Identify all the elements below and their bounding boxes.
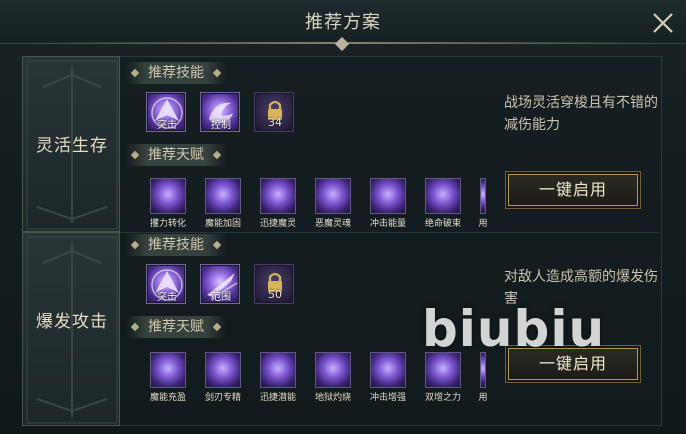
lotus-shield-icon[interactable] (205, 178, 241, 214)
demon-soul-icon[interactable] (315, 178, 351, 214)
crossed-swords-icon[interactable] (150, 352, 186, 388)
plan-name: 灵活生存 (36, 136, 108, 156)
skill-slot-locked[interactable]: 50 (254, 264, 294, 304)
skill-unlock-level: 34 (268, 116, 282, 129)
talent-caption: 用 (478, 219, 488, 229)
talent-caption: 冲击增强 (369, 393, 406, 403)
close-button[interactable] (648, 8, 678, 38)
recommend-plan-dialog: 推荐方案 灵活生存 推荐技能 突击 控制 34 推荐天赋 攫力转化 魔能加固 迅… (0, 0, 686, 434)
title-bar: 推荐方案 (0, 0, 686, 52)
talent-icon[interactable] (480, 178, 486, 214)
skill-slot-locked[interactable]: 34 (254, 92, 294, 132)
talent-caption: 恶魔灵魂 (314, 219, 351, 229)
recommended-talents-label: 推荐天赋 (126, 144, 226, 166)
plan-name: 爆发攻击 (36, 312, 108, 332)
claw-slash-icon[interactable] (260, 352, 296, 388)
plan-row-agile-survival: 灵活生存 推荐技能 突击 控制 34 推荐天赋 攫力转化 魔能加固 迅捷魔灵 恶… (22, 56, 662, 232)
plan-description: 战场灵活穿梭且有不错的减伤能力 (504, 95, 658, 133)
skill-caption: 突击 (157, 292, 177, 303)
title-notch-ornament (334, 36, 350, 52)
talent-caption: 魔能加固 (204, 219, 241, 229)
talent-caption: 绝命破束 (424, 219, 461, 229)
enable-plan-button[interactable]: 一键启用 (508, 174, 638, 206)
skill-unlock-level: 50 (268, 288, 282, 301)
skill-caption: 控制 (211, 120, 231, 131)
talent-caption: 攫力转化 (149, 219, 186, 229)
blade-icon[interactable] (205, 352, 241, 388)
talent-caption: 双增之力 (424, 393, 461, 403)
diamond-ornament-icon (130, 240, 140, 250)
talent-caption: 地狱灼烧 (314, 393, 351, 403)
diamond-ornament-icon (212, 150, 222, 160)
watermark: biubiu (422, 300, 606, 358)
winged-strike-icon[interactable] (425, 178, 461, 214)
dragon-swirl-icon[interactable] (370, 178, 406, 214)
talent-caption: 冲击能量 (369, 219, 406, 229)
section-label-text: 推荐天赋 (148, 147, 204, 163)
skill-caption: 范围 (211, 292, 231, 303)
diamond-ornament-icon (130, 322, 140, 332)
skill-slot-control[interactable]: 控制 (200, 92, 240, 132)
skill-slot-assault[interactable]: 突击 (146, 92, 186, 132)
recommended-talents-label: 推荐天赋 (126, 316, 226, 338)
spark-arrow-icon[interactable] (260, 178, 296, 214)
talent-caption: 剑刃专精 (204, 393, 241, 403)
recommended-skills-label: 推荐技能 (126, 234, 226, 256)
shock-wave-icon[interactable] (370, 352, 406, 388)
diamond-ornament-icon (130, 68, 140, 78)
section-label-text: 推荐天赋 (148, 319, 204, 335)
diamond-ornament-icon (212, 322, 222, 332)
talent-caption: 魔能充盈 (149, 393, 186, 403)
recommended-skills-label: 推荐技能 (126, 62, 226, 84)
diamond-ornament-icon (212, 68, 222, 78)
skill-slot-area[interactable]: 范围 (200, 264, 240, 304)
rose-plus-icon[interactable] (150, 178, 186, 214)
close-icon (653, 13, 673, 33)
skill-caption: 突击 (157, 120, 177, 131)
hell-fire-icon[interactable] (315, 352, 351, 388)
plan-name-card[interactable]: 灵活生存 (22, 56, 120, 232)
section-label-text: 推荐技能 (148, 65, 204, 81)
section-label-text: 推荐技能 (148, 237, 204, 253)
dialog-title: 推荐方案 (305, 12, 381, 33)
skill-slot-assault[interactable]: 突击 (146, 264, 186, 304)
plan-name-card[interactable]: 爆发攻击 (22, 232, 120, 426)
talent-caption: 用 (478, 393, 488, 403)
talent-caption: 迅捷魔灵 (259, 219, 296, 229)
diamond-ornament-icon (212, 240, 222, 250)
talent-caption: 迅捷潜能 (259, 393, 296, 403)
diamond-ornament-icon (130, 150, 140, 160)
